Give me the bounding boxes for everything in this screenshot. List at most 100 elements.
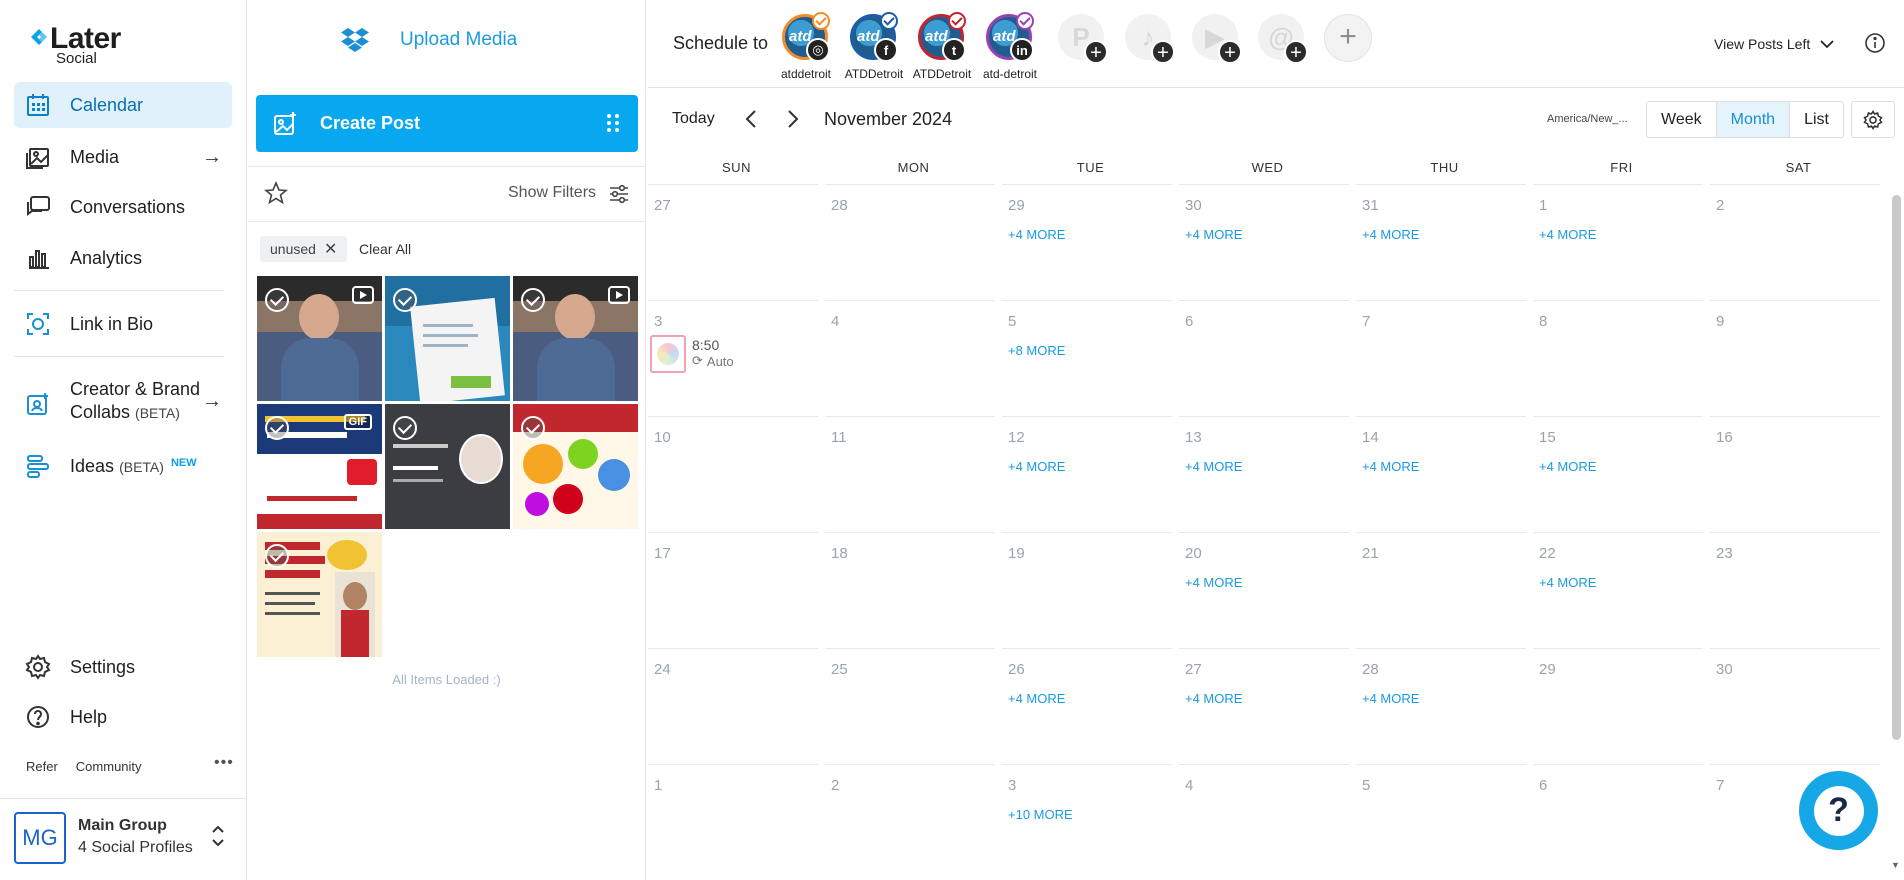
more-options-icon[interactable]: ••• — [214, 754, 234, 772]
calendar-day-cell[interactable]: 15 +4 MORE — [1533, 416, 1703, 531]
calendar-day-cell[interactable]: 19 — [1002, 532, 1172, 647]
nav-item-conversations[interactable]: Conversations — [14, 184, 232, 230]
calendar-day-cell[interactable]: 2 — [825, 764, 995, 879]
media-thumbnail[interactable]: GIF — [257, 404, 382, 529]
more-posts-link[interactable]: +4 MORE — [1008, 459, 1065, 474]
profile-instagram-atddetroit[interactable]: atd ◎ atddetroit — [776, 12, 836, 82]
chevron-right-icon[interactable] — [780, 107, 804, 131]
more-posts-link[interactable]: +4 MORE — [1539, 227, 1596, 242]
more-posts-link[interactable]: +4 MORE — [1008, 691, 1065, 706]
calendar-day-cell[interactable]: 7 — [1356, 300, 1526, 415]
calendar-day-cell[interactable]: 6 — [1179, 300, 1349, 415]
clear-all-button[interactable]: Clear All — [359, 241, 411, 257]
calendar-day-cell[interactable]: 2 — [1710, 184, 1880, 299]
calendar-day-cell[interactable]: 14 +4 MORE — [1356, 416, 1526, 531]
more-posts-link[interactable]: +4 MORE — [1362, 459, 1419, 474]
calendar-day-cell[interactable]: 12 +4 MORE — [1002, 416, 1172, 531]
more-posts-link[interactable]: +4 MORE — [1185, 691, 1242, 706]
more-posts-link[interactable]: +4 MORE — [1539, 459, 1596, 474]
group-switcher[interactable]: MG Main Group 4 Social Profiles — [0, 798, 246, 880]
more-posts-link[interactable]: +4 MORE — [1185, 575, 1242, 590]
select-checkbox[interactable] — [265, 416, 289, 440]
today-button[interactable]: Today — [672, 110, 715, 128]
calendar-day-cell[interactable]: 1 +4 MORE — [1533, 184, 1703, 299]
calendar-day-cell[interactable]: 17 — [648, 532, 818, 647]
calendar-day-cell[interactable]: 20 +4 MORE — [1179, 532, 1349, 647]
media-thumbnail[interactable] — [257, 532, 382, 657]
calendar-day-cell[interactable]: 3 8:50 ⟳ Auto — [648, 300, 818, 415]
calendar-day-cell[interactable]: 5 — [1356, 764, 1526, 879]
show-filters-button[interactable]: Show Filters — [508, 184, 596, 202]
calendar-day-cell[interactable]: 23 — [1710, 532, 1880, 647]
calendar-day-cell[interactable]: 4 — [825, 300, 995, 415]
calendar-day-cell[interactable]: 6 — [1533, 764, 1703, 879]
calendar-day-cell[interactable]: 27 +4 MORE — [1179, 648, 1349, 763]
nav-item-media[interactable]: Media → — [14, 134, 232, 180]
nav-item-creator-collabs[interactable]: Creator & Brand Collabs (BETA) → — [14, 378, 232, 440]
view-month-button[interactable]: Month — [1716, 102, 1791, 137]
calendar-day-cell[interactable]: 31 +4 MORE — [1356, 184, 1526, 299]
calendar-day-cell[interactable]: 13 +4 MORE — [1179, 416, 1349, 531]
scroll-down-arrow-icon[interactable]: ▼ — [1891, 860, 1900, 870]
calendar-day-cell[interactable]: 18 — [825, 532, 995, 647]
more-posts-link[interactable]: +4 MORE — [1185, 227, 1242, 242]
profile-twitter-atddetroit[interactable]: atd t ATDDetroit — [912, 12, 972, 82]
later-logo[interactable]: Later Social — [30, 22, 140, 68]
more-posts-link[interactable]: +8 MORE — [1008, 343, 1065, 358]
more-posts-link[interactable]: +4 MORE — [1539, 575, 1596, 590]
profile-facebook-atddetroit[interactable]: atd f ATDDetroit — [844, 12, 904, 82]
calendar-day-cell[interactable]: 16 — [1710, 416, 1880, 531]
select-checkbox[interactable] — [393, 416, 417, 440]
calendar-day-cell[interactable]: 4 — [1179, 764, 1349, 879]
nav-item-calendar[interactable]: Calendar — [14, 82, 232, 128]
select-checkbox[interactable] — [393, 288, 417, 312]
calendar-day-cell[interactable]: 24 — [648, 648, 818, 763]
drag-handle-icon[interactable] — [606, 113, 620, 133]
select-checkbox[interactable] — [265, 288, 289, 312]
view-list-button[interactable]: List — [1790, 102, 1843, 137]
calendar-day-cell[interactable]: 26 +4 MORE — [1002, 648, 1172, 763]
more-posts-link[interactable]: +4 MORE — [1185, 459, 1242, 474]
media-thumbnail[interactable] — [257, 276, 382, 401]
add-youtube-profile[interactable]: ▶ + — [1192, 14, 1248, 70]
filter-sliders-icon[interactable] — [608, 183, 630, 205]
refer-link[interactable]: Refer — [26, 759, 58, 774]
nav-item-settings[interactable]: Settings — [14, 644, 232, 690]
calendar-day-cell[interactable]: 28 — [825, 184, 995, 299]
select-checkbox[interactable] — [265, 544, 289, 568]
add-tiktok-profile[interactable]: ♪ + — [1125, 14, 1181, 70]
nav-item-help[interactable]: Help — [14, 694, 232, 740]
add-social-profile-button[interactable]: + — [1324, 14, 1372, 62]
add-pinterest-profile[interactable]: P + — [1058, 14, 1114, 70]
scheduled-post-thumbnail[interactable] — [650, 335, 686, 373]
calendar-day-cell[interactable]: 30 +4 MORE — [1179, 184, 1349, 299]
calendar-settings-button[interactable] — [1851, 101, 1895, 138]
nav-item-ideas[interactable]: Ideas (BETA) NEW — [14, 443, 232, 489]
calendar-day-cell[interactable]: 1 — [648, 764, 818, 879]
calendar-day-cell[interactable]: 10 — [648, 416, 818, 531]
media-thumbnail[interactable] — [385, 276, 510, 401]
upload-media-button[interactable]: Upload Media — [340, 26, 517, 54]
calendar-day-cell[interactable]: 29 — [1533, 648, 1703, 763]
calendar-day-cell[interactable]: 11 — [825, 416, 995, 531]
calendar-scrollbar[interactable] — [1892, 195, 1901, 740]
calendar-day-cell[interactable]: 27 — [648, 184, 818, 299]
help-chat-button[interactable]: ? — [1799, 771, 1878, 850]
calendar-day-cell[interactable]: 21 — [1356, 532, 1526, 647]
calendar-day-cell[interactable]: 5 +8 MORE — [1002, 300, 1172, 415]
close-icon[interactable]: ✕ — [324, 239, 337, 259]
profile-linkedin-atd-detroit[interactable]: atd in atd-detroit — [980, 12, 1040, 82]
more-posts-link[interactable]: +4 MORE — [1362, 227, 1419, 242]
select-checkbox[interactable] — [521, 416, 545, 440]
more-posts-link[interactable]: +4 MORE — [1008, 227, 1065, 242]
calendar-day-cell[interactable]: 3 +10 MORE — [1002, 764, 1172, 879]
media-thumbnail[interactable] — [513, 276, 638, 401]
chevron-left-icon[interactable] — [740, 107, 764, 131]
timezone-selector[interactable]: America/New_... — [1547, 113, 1628, 125]
star-icon[interactable] — [264, 181, 288, 205]
calendar-day-cell[interactable]: 22 +4 MORE — [1533, 532, 1703, 647]
info-icon[interactable] — [1864, 32, 1886, 54]
media-thumbnail[interactable] — [513, 404, 638, 529]
view-week-button[interactable]: Week — [1647, 102, 1717, 137]
calendar-day-cell[interactable]: 30 — [1710, 648, 1880, 763]
